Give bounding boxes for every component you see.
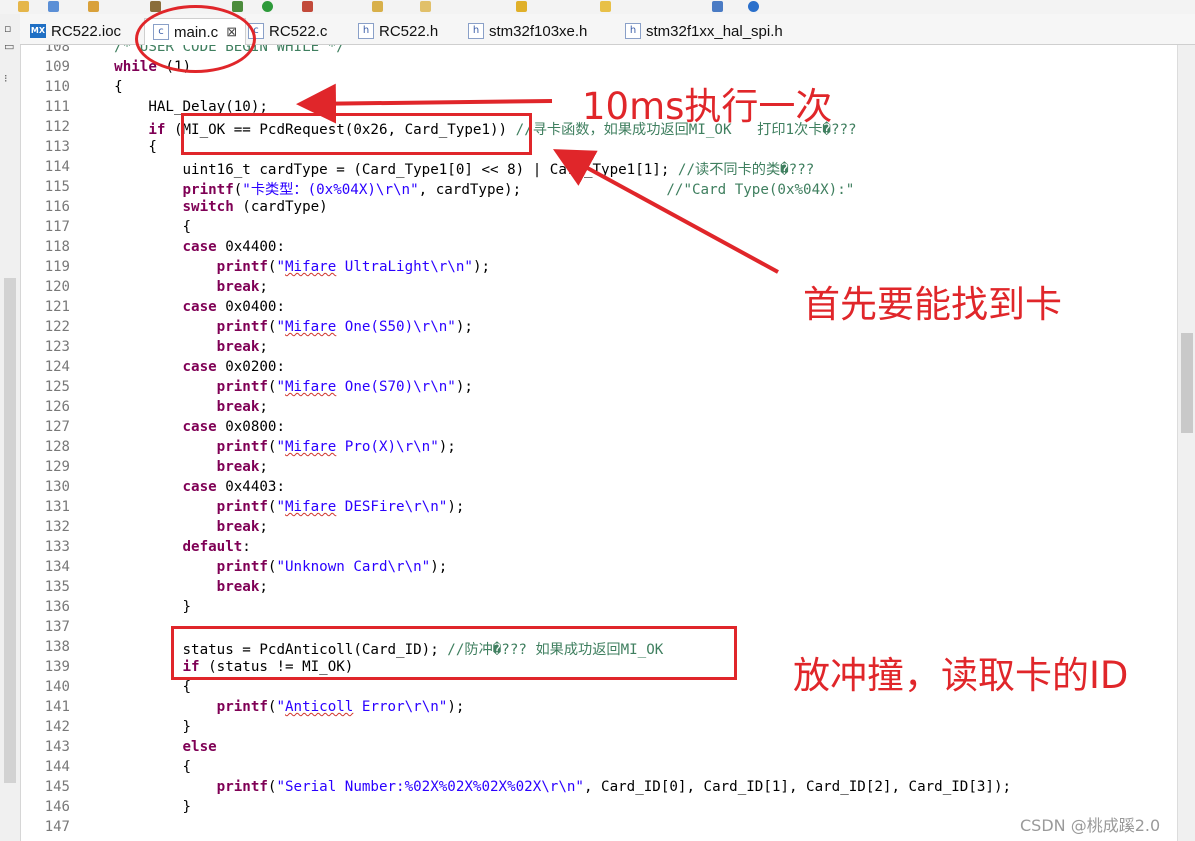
- annotation-find-card: 首先要能找到卡: [803, 283, 1062, 326]
- annotation-anticoll: 放冲撞，读取卡的ID: [793, 654, 1129, 697]
- watermark: CSDN @桃成蹊2.0: [1020, 816, 1161, 835]
- arrow-find-card: [552, 149, 779, 274]
- annotation-delay: 10ms执行一次: [582, 85, 833, 128]
- arrow-delay: [296, 83, 553, 124]
